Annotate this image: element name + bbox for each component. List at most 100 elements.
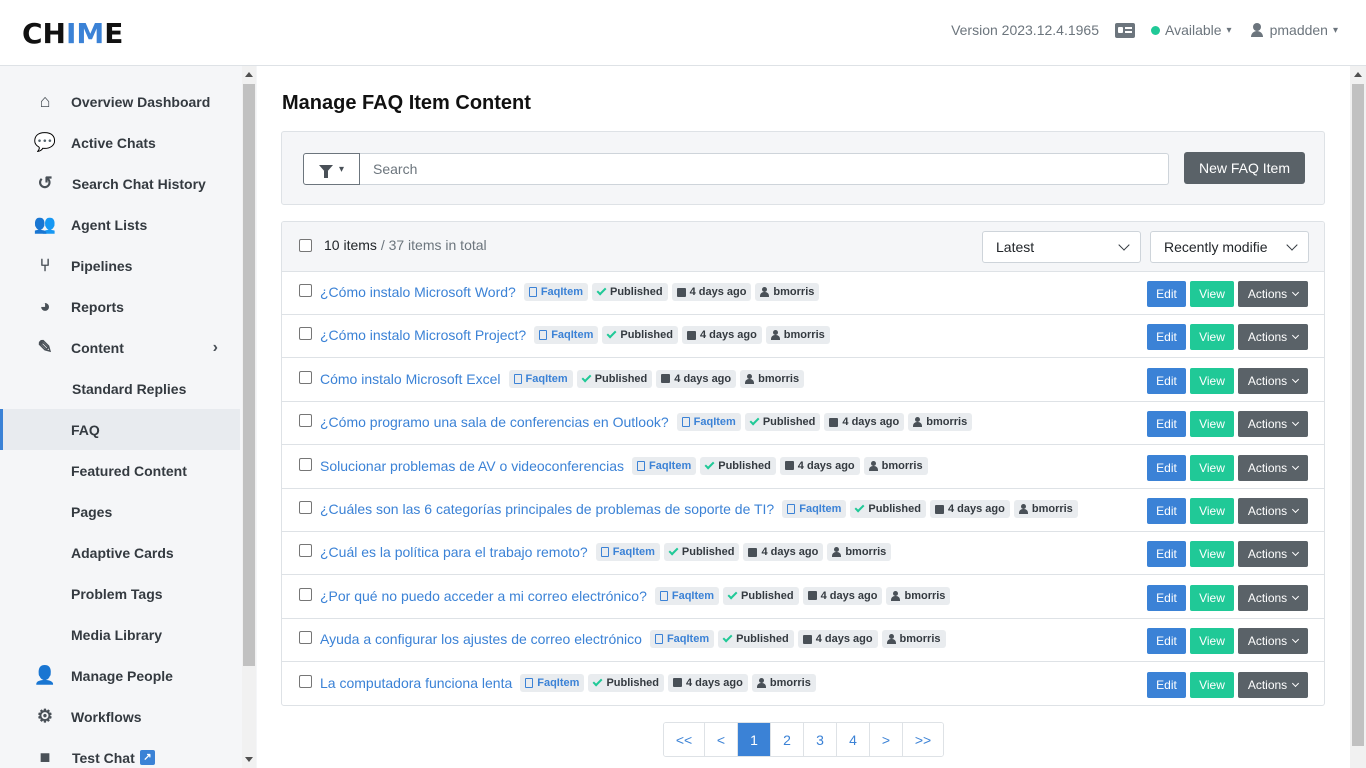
- page-button[interactable]: >>: [903, 723, 943, 756]
- sidebar-item-active-chats[interactable]: 💬 Active Chats: [0, 122, 240, 163]
- scroll-up-arrow-icon[interactable]: [245, 72, 253, 77]
- chime-logo[interactable]: CHIME: [22, 17, 123, 50]
- sidebar-item-agent-lists[interactable]: 👥 Agent Lists: [0, 204, 240, 245]
- faq-item-link[interactable]: ¿Por qué no puedo acceder a mi correo el…: [320, 588, 647, 604]
- sidebar-item-reports[interactable]: ◕ Reports: [0, 286, 240, 327]
- faq-item-link[interactable]: ¿Cómo programo una sala de conferencias …: [320, 414, 669, 430]
- new-faq-item-button[interactable]: New FAQ Item: [1184, 152, 1305, 184]
- list-header: 10 items / 37 items in total Latest Rece…: [282, 222, 1324, 272]
- filter-dropdown-button[interactable]: ▾: [303, 153, 360, 185]
- row-checkbox[interactable]: [299, 501, 312, 514]
- sidebar-item-overview-dashboard[interactable]: ⌂ Overview Dashboard: [0, 81, 240, 122]
- id-card-icon[interactable]: [1114, 22, 1135, 38]
- scroll-thumb[interactable]: [1352, 84, 1364, 746]
- actions-button[interactable]: Actions: [1238, 671, 1308, 698]
- edit-button[interactable]: Edit: [1147, 628, 1186, 655]
- faq-item-link[interactable]: La computadora funciona lenta: [320, 675, 512, 691]
- sidebar-item-featured-content[interactable]: Featured Content: [0, 450, 240, 491]
- faq-item-link[interactable]: Cómo instalo Microsoft Excel: [320, 371, 501, 387]
- sidebar-item-pipelines[interactable]: ⑂ Pipelines: [0, 245, 240, 286]
- row-checkbox[interactable]: [299, 674, 312, 688]
- sidebar-scrollbar[interactable]: [242, 66, 256, 768]
- scroll-up-arrow-icon[interactable]: [1354, 72, 1362, 77]
- edit-button[interactable]: Edit: [1147, 584, 1186, 611]
- actions-button[interactable]: Actions: [1238, 411, 1308, 438]
- view-button[interactable]: View: [1190, 411, 1234, 438]
- availability-dropdown[interactable]: Available ▾: [1150, 22, 1232, 38]
- faq-item-link[interactable]: ¿Cuál es la política para el trabajo rem…: [320, 544, 588, 560]
- sidebar-item-search-chat-history[interactable]: ↺ Search Chat History: [0, 163, 240, 204]
- actions-button[interactable]: Actions: [1238, 324, 1308, 351]
- sidebar-item-problem-tags[interactable]: Problem Tags: [0, 573, 240, 614]
- page-button[interactable]: >: [870, 723, 903, 756]
- view-button[interactable]: View: [1190, 671, 1234, 698]
- page-button[interactable]: 2: [771, 723, 804, 756]
- scroll-down-arrow-icon[interactable]: [245, 757, 253, 762]
- row-checkbox[interactable]: [299, 327, 312, 341]
- actions-button[interactable]: Actions: [1238, 541, 1308, 568]
- edit-button[interactable]: Edit: [1147, 324, 1186, 351]
- page-button[interactable]: 4: [837, 723, 870, 756]
- view-button[interactable]: View: [1190, 628, 1234, 655]
- sidebar-item-content[interactable]: ✎ Content ›: [0, 327, 240, 368]
- sidebar-item-faq[interactable]: FAQ: [0, 409, 240, 450]
- select-all-checkbox[interactable]: [299, 239, 312, 252]
- edit-icon: ✎: [37, 337, 53, 357]
- edit-button[interactable]: Edit: [1147, 498, 1186, 524]
- edit-button[interactable]: Edit: [1147, 454, 1186, 481]
- faq-item-link[interactable]: Ayuda a configurar los ajustes de correo…: [320, 631, 642, 647]
- row-checkbox[interactable]: [299, 370, 312, 384]
- view-button[interactable]: View: [1190, 584, 1234, 611]
- page-button[interactable]: 3: [804, 723, 837, 756]
- view-button[interactable]: View: [1190, 541, 1234, 568]
- actions-button[interactable]: Actions: [1238, 498, 1308, 524]
- view-button[interactable]: View: [1190, 498, 1234, 524]
- sidebar-item-standard-replies[interactable]: Standard Replies: [0, 368, 240, 409]
- edit-button[interactable]: Edit: [1147, 367, 1186, 394]
- sidebar-item-workflows[interactable]: ⚙ Workflows: [0, 696, 240, 737]
- view-button[interactable]: View: [1190, 367, 1234, 394]
- sidebar-item-manage-people[interactable]: 👤 Manage People: [0, 655, 240, 696]
- row-checkbox[interactable]: [299, 587, 312, 601]
- page-button[interactable]: <<: [664, 723, 705, 756]
- faq-item-link[interactable]: ¿Cómo instalo Microsoft Project?: [320, 327, 526, 343]
- actions-button[interactable]: Actions: [1238, 584, 1308, 611]
- actions-button[interactable]: Actions: [1238, 281, 1308, 307]
- sort-field-select[interactable]: Recently modifie: [1150, 231, 1309, 263]
- status-badge: Published: [744, 413, 821, 432]
- row-checkbox[interactable]: [299, 284, 312, 297]
- row-checkbox[interactable]: [299, 414, 312, 428]
- date-badge: 4 days ago: [671, 283, 752, 301]
- edit-button[interactable]: Edit: [1147, 281, 1186, 307]
- view-button[interactable]: View: [1190, 454, 1234, 481]
- page-button[interactable]: <: [705, 723, 738, 756]
- faq-item-link[interactable]: Solucionar problemas de AV o videoconfer…: [320, 458, 624, 474]
- sidebar-item-pages[interactable]: Pages: [0, 491, 240, 532]
- actions-button[interactable]: Actions: [1238, 367, 1308, 394]
- sidebar-item-media-library[interactable]: Media Library: [0, 614, 240, 655]
- edit-button[interactable]: Edit: [1147, 411, 1186, 438]
- user-menu[interactable]: pmadden ▾: [1250, 22, 1338, 38]
- view-button[interactable]: View: [1190, 281, 1234, 307]
- scroll-thumb[interactable]: [243, 84, 255, 666]
- latest-select[interactable]: Latest: [982, 231, 1141, 263]
- row-checkbox[interactable]: [299, 457, 312, 471]
- faq-item-link[interactable]: ¿Cuáles son las 6 categorías principales…: [320, 501, 774, 517]
- check-icon: [581, 372, 592, 383]
- sidebar-item-test-chat[interactable]: ■ Test Chat ↗: [0, 737, 240, 768]
- edit-button[interactable]: Edit: [1147, 671, 1186, 698]
- check-icon: [727, 589, 738, 600]
- document-icon: [637, 460, 646, 471]
- external-link-icon: ↗: [140, 750, 155, 765]
- search-input[interactable]: [360, 153, 1169, 185]
- page-button[interactable]: 1: [738, 723, 771, 756]
- edit-button[interactable]: Edit: [1147, 541, 1186, 568]
- faq-item-link[interactable]: ¿Cómo instalo Microsoft Word?: [320, 284, 516, 300]
- view-button[interactable]: View: [1190, 324, 1234, 351]
- row-checkbox[interactable]: [299, 631, 312, 645]
- row-checkbox[interactable]: [299, 544, 312, 558]
- sidebar-item-adaptive-cards[interactable]: Adaptive Cards: [0, 532, 240, 573]
- actions-button[interactable]: Actions: [1238, 454, 1308, 481]
- actions-button[interactable]: Actions: [1238, 628, 1308, 655]
- main-scrollbar[interactable]: [1350, 66, 1366, 768]
